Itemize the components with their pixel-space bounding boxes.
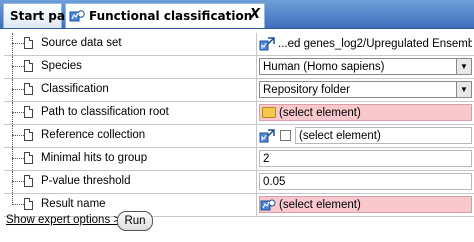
reference-collection-checkbox[interactable] [280,130,291,141]
property-row-path-to-classification-root: Path to classification root (select elem… [4,102,474,125]
source-data-set-field[interactable]: ...ed genes_log2/Upregulated Ensembl gen… [259,35,472,52]
property-label: P-value threshold [41,175,131,187]
property-label: Path to classification root [41,106,169,118]
classification-root-path-field[interactable]: (select element) [259,104,472,121]
document-icon [24,37,33,49]
tab-functional-classification[interactable]: Functional classification X [65,3,265,28]
show-expert-options-link[interactable]: Show expert options >> [6,214,127,226]
property-label: Classification [41,83,109,95]
select-element-icon[interactable] [260,198,276,212]
property-label: Source data set [41,37,122,49]
select-element-icon[interactable] [259,36,275,51]
property-row-p-value-threshold: P-value threshold 0.05 [4,171,474,194]
property-label: Species [41,60,82,72]
property-row-classification: Classification Repository folder ▼ [4,79,474,102]
p-value-threshold-value: 0.05 [263,175,286,188]
close-icon[interactable]: X [250,7,260,22]
property-label: Reference collection [41,129,146,141]
chevron-down-icon[interactable]: ▼ [456,59,471,74]
property-row-species: Species Human (Homo sapiens) ▼ [4,56,474,79]
property-row-minimal-hits: Minimal hits to group 2 [4,148,474,171]
reference-collection-field: (select element) [259,127,472,144]
result-name-value: (select element) [279,198,361,211]
species-select[interactable]: Human (Homo sapiens) ▼ [259,58,472,75]
classification-value: Repository folder [263,83,350,96]
folder-icon[interactable] [262,107,276,118]
properties-table: Source data set ...ed genes_log2/Upregul… [4,33,474,217]
property-label: Minimal hits to group [41,152,148,164]
p-value-threshold-input[interactable]: 0.05 [259,173,472,190]
species-value: Human (Homo sapiens) [263,60,385,73]
property-row-reference-collection: Reference collection (select element) [4,125,474,148]
minimal-hits-input[interactable]: 2 [259,150,472,167]
reference-collection-input[interactable]: (select element) [295,127,472,144]
analysis-icon [69,9,85,23]
document-icon [24,60,33,72]
document-icon [24,106,33,118]
tab-bar: Start page Functional classification X [0,0,474,29]
property-row-source-data-set: Source data set ...ed genes_log2/Upregul… [4,33,474,56]
document-icon [24,175,33,187]
tab-start-page[interactable]: Start page [3,3,82,28]
classification-root-path-value: (select element) [279,106,361,119]
run-button[interactable]: Run [117,211,153,231]
reference-collection-value: (select element) [299,129,381,142]
document-icon [24,129,33,141]
source-data-set-value: ...ed genes_log2/Upregulated Ensembl gen… [278,37,472,50]
classification-select[interactable]: Repository folder ▼ [259,81,472,98]
document-icon [24,152,33,164]
property-label: Result name [41,198,106,210]
minimal-hits-value: 2 [263,152,270,165]
select-element-icon[interactable] [259,128,275,143]
tab-functional-classification-label: Functional classification [89,9,253,23]
chevron-down-icon[interactable]: ▼ [456,82,471,97]
result-name-field[interactable]: (select element) [259,196,472,213]
document-icon [24,83,33,95]
document-icon [24,198,33,210]
